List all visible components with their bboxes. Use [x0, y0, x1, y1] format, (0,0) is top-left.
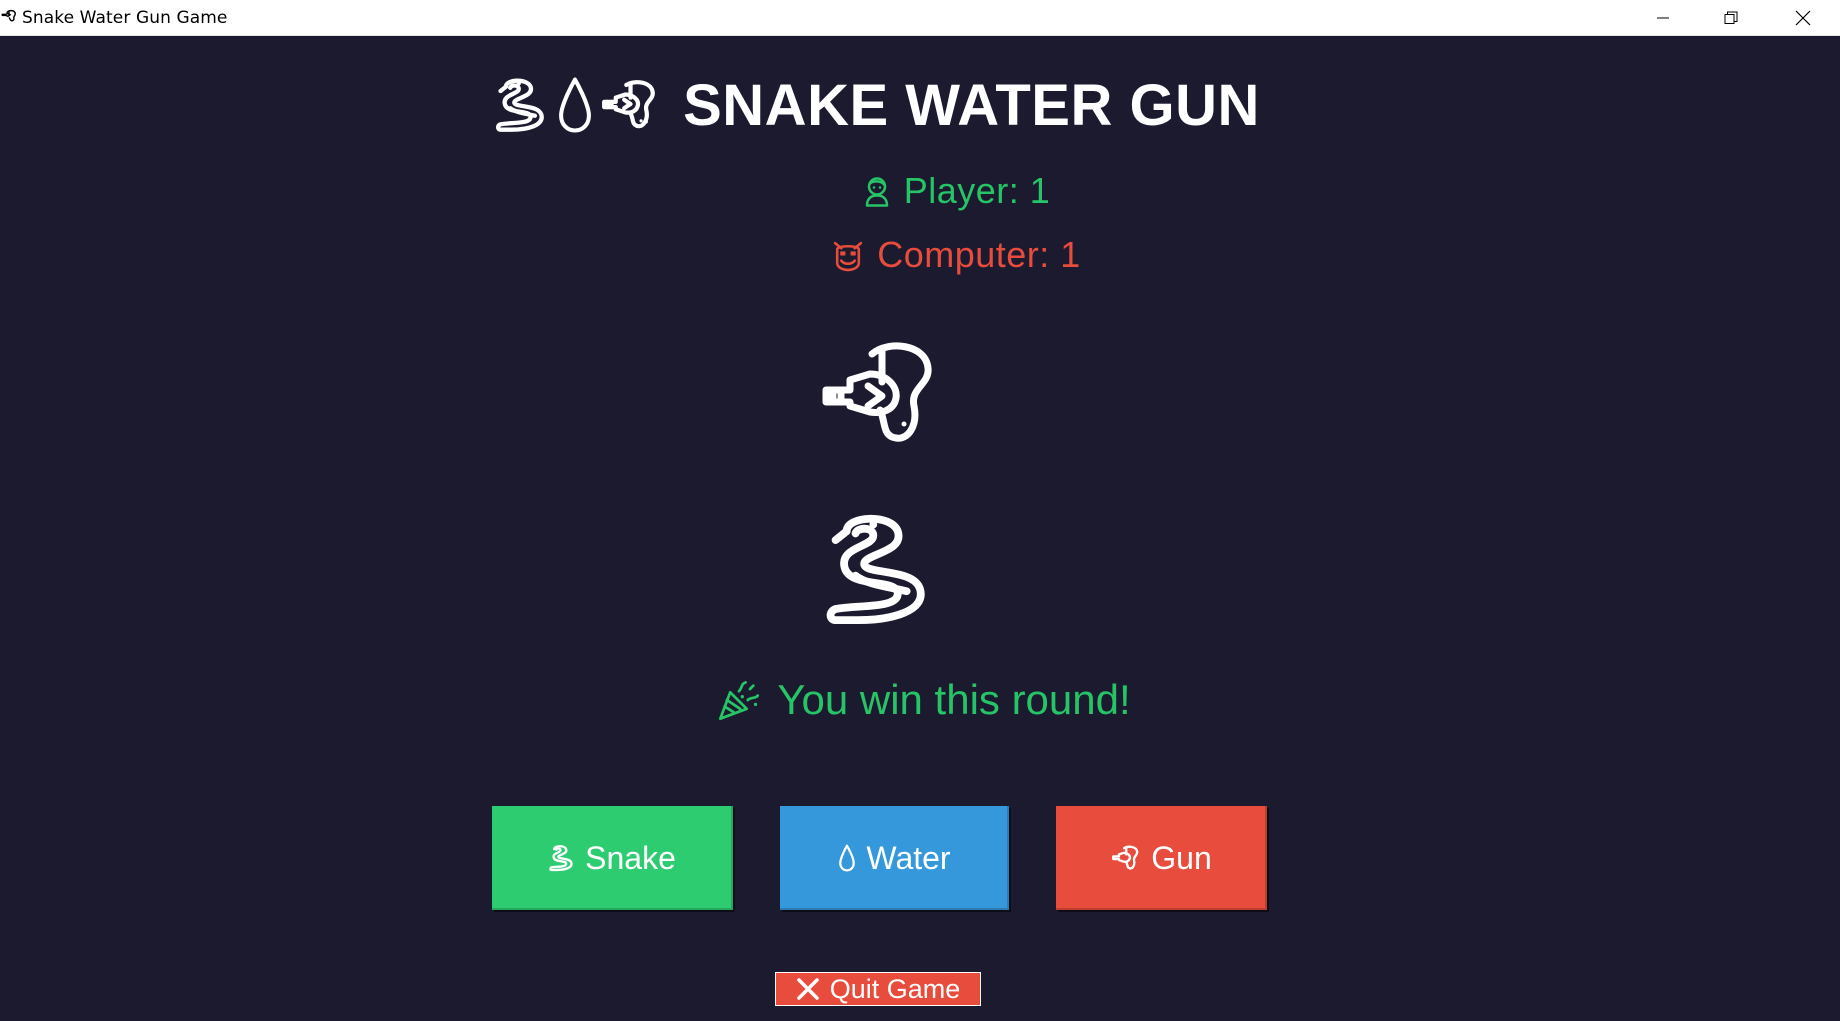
quit-game-button[interactable]: Quit Game — [775, 972, 981, 1006]
water-button-label: Water — [866, 839, 951, 876]
close-icon — [796, 978, 819, 1000]
water-gun-icon — [1112, 845, 1139, 870]
snake-button[interactable]: Snake — [492, 806, 733, 910]
gun-button-label: Gun — [1151, 839, 1212, 876]
game-heading: SNAKE WATER GUN — [0, 70, 1840, 140]
water-gun-icon — [1, 9, 16, 22]
computer-score-label: Computer: 1 — [877, 234, 1081, 275]
title-bar: Snake Water Gun Game — [0, 0, 1840, 36]
snake-button-label: Snake — [585, 839, 676, 876]
quit-game-label: Quit Game — [829, 973, 961, 1004]
minimize-button[interactable] — [1629, 0, 1697, 35]
player-score: Player: 1 — [36, 170, 1840, 212]
round-result: You win this round! — [4, 676, 1840, 724]
party-popper-icon — [719, 681, 760, 721]
game-area: SNAKE WATER GUN Player: 1 Computer: 1 Yo… — [0, 36, 1840, 1021]
restore-icon — [1724, 11, 1738, 24]
player-score-label: Player: 1 — [903, 170, 1051, 211]
window-title: Snake Water Gun Game — [22, 8, 228, 28]
water-drop-icon — [839, 844, 856, 872]
water-button[interactable]: Water — [780, 806, 1009, 910]
close-icon — [1795, 10, 1811, 25]
robot-icon — [834, 241, 863, 272]
snake-icon — [496, 78, 544, 132]
computer-score: Computer: 1 — [36, 234, 1840, 276]
game-title: SNAKE WATER GUN — [683, 72, 1260, 138]
gun-button[interactable]: Gun — [1056, 806, 1267, 910]
minimize-icon — [1657, 17, 1669, 18]
close-button[interactable] — [1769, 0, 1837, 35]
water-drop-icon — [559, 77, 592, 133]
restore-button[interactable] — [1697, 0, 1765, 35]
app-window: Snake Water Gun Game SNAKE WATER GUN Pla… — [0, 0, 1840, 1021]
snake-icon — [549, 845, 573, 872]
player-choice-snake-icon — [826, 514, 925, 624]
computer-choice-water-gun-icon — [822, 342, 932, 442]
round-result-text: You win this round! — [777, 676, 1131, 723]
person-icon — [865, 177, 888, 207]
water-gun-icon — [602, 80, 655, 129]
heading-icons — [495, 76, 659, 134]
